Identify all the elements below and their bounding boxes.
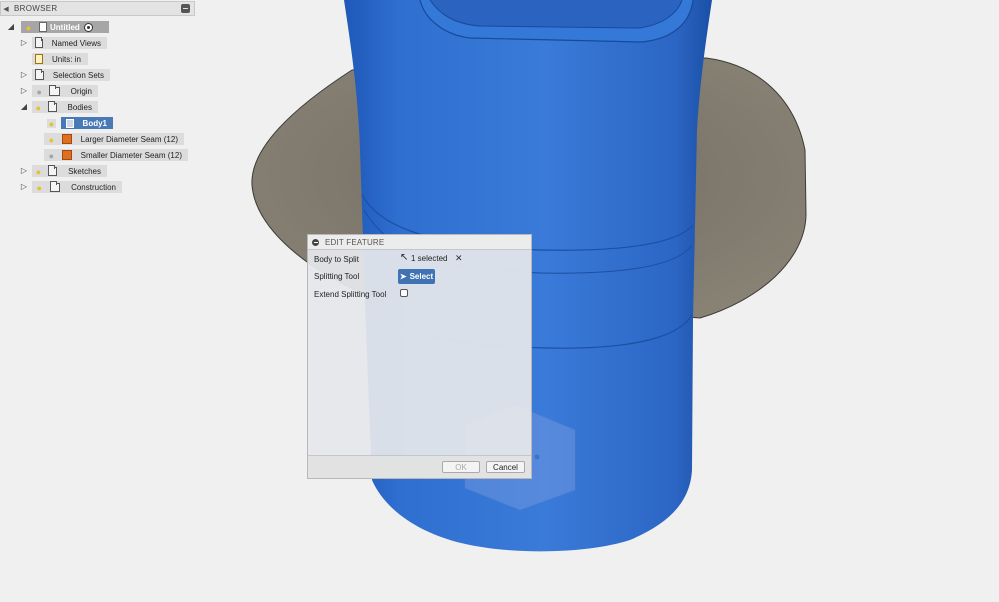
tree-node-label: Smaller Diameter Seam (12) xyxy=(80,150,182,160)
collapse-arrow-icon[interactable]: ◀ xyxy=(1,5,11,13)
tree-node-label: Untitled xyxy=(50,22,80,32)
body-to-split-label: Body to Split xyxy=(314,255,359,264)
expand-triangle-icon[interactable]: ▷ xyxy=(19,182,29,192)
document-icon xyxy=(39,22,47,32)
tree-node-label: Body1 xyxy=(82,118,107,128)
expand-triangle-icon[interactable]: ▷ xyxy=(19,86,29,96)
tree-node-label: Origin xyxy=(70,86,92,96)
tree-node-larger-seam[interactable]: ● Larger Diameter Seam (12) xyxy=(44,133,184,145)
tree-node-label: Bodies xyxy=(67,102,92,112)
expand-triangle-icon[interactable]: ▷ xyxy=(19,166,29,176)
visibility-bulb-icon[interactable]: ● xyxy=(35,87,43,97)
selection-count: 1 selected xyxy=(411,253,448,263)
extend-splitting-tool-checkbox[interactable] xyxy=(400,289,408,297)
seam-icon xyxy=(61,134,72,144)
tree-node-label: Larger Diameter Seam (12) xyxy=(80,134,178,144)
visibility-bulb-icon[interactable]: ● xyxy=(35,103,42,113)
visibility-bulb-icon[interactable]: ● xyxy=(47,135,56,145)
rim-inner xyxy=(429,0,683,29)
tree-node-construction[interactable]: ● Construction xyxy=(32,180,122,193)
browser-panel: ◀ BROWSER ◢ ● Untitled ▷ Named Views Uni… xyxy=(0,0,197,200)
folder-icon xyxy=(35,36,43,48)
tree-node-label: Named Views xyxy=(51,38,101,48)
tree-node-label: Sketches xyxy=(68,166,101,176)
tree-node-body1[interactable]: ● Body1 xyxy=(44,117,114,129)
dialog-title: EDIT FEATURE xyxy=(325,237,385,247)
select-button-label: Select xyxy=(409,272,434,281)
dialog-title-bar[interactable]: EDIT FEATURE xyxy=(308,235,531,250)
splitting-tool-select-button[interactable]: ➤ Select xyxy=(398,269,435,284)
visibility-bulb-icon[interactable]: ● xyxy=(47,118,56,129)
tree-node-label: Units: in xyxy=(52,54,81,64)
tree-node-named-views[interactable]: Named Views xyxy=(32,36,107,49)
tree-node-units[interactable]: Units: in xyxy=(32,53,88,65)
tree-node-untitled[interactable]: ● Untitled xyxy=(21,21,109,33)
visibility-bulb-icon[interactable]: ● xyxy=(24,23,33,33)
seam-icon xyxy=(61,150,72,160)
pointer-arrow-icon: ➤ xyxy=(399,272,407,281)
tree-node-bodies[interactable]: ● Bodies xyxy=(32,100,98,113)
collapse-triangle-icon[interactable]: ◢ xyxy=(19,102,29,112)
panel-options-icon[interactable] xyxy=(181,4,190,13)
folder-icon xyxy=(49,180,61,192)
units-icon xyxy=(35,54,43,64)
body-icon xyxy=(66,118,74,128)
tree-node-smaller-seam[interactable]: ● Smaller Diameter Seam (12) xyxy=(44,149,188,161)
activate-radio-icon[interactable] xyxy=(83,22,93,32)
browser-title: BROWSER xyxy=(14,4,58,13)
tree-node-label: Selection Sets xyxy=(52,70,104,80)
tree-node-label: Construction xyxy=(71,182,116,192)
tree-node-sketches[interactable]: ● Sketches xyxy=(32,164,107,177)
dialog-footer: OK Cancel xyxy=(308,455,531,478)
collapse-triangle-icon[interactable]: ◢ xyxy=(6,22,16,32)
body-to-split-selection[interactable]: ↖ 1 selected xyxy=(400,253,447,263)
extend-splitting-tool-label: Extend Splitting Tool xyxy=(314,290,387,299)
ok-button[interactable]: OK xyxy=(442,461,480,473)
visibility-bulb-icon[interactable]: ● xyxy=(35,183,44,193)
splitting-tool-label: Splitting Tool xyxy=(314,272,360,281)
folder-icon xyxy=(49,84,60,96)
visibility-bulb-icon[interactable]: ● xyxy=(35,167,42,177)
visibility-bulb-icon[interactable]: ● xyxy=(47,151,56,161)
edit-feature-dialog: EDIT FEATURE Body to Split ↖ 1 selected … xyxy=(307,234,532,479)
folder-icon xyxy=(47,100,57,112)
folder-icon xyxy=(35,68,44,80)
cancel-button[interactable]: Cancel xyxy=(486,461,525,473)
expand-triangle-icon[interactable]: ▷ xyxy=(19,70,29,80)
collapse-dialog-icon[interactable] xyxy=(312,238,319,246)
folder-icon xyxy=(48,164,58,176)
tree-node-origin[interactable]: ● Origin xyxy=(32,84,98,97)
expand-triangle-icon[interactable]: ▷ xyxy=(19,38,29,48)
browser-header: ◀ BROWSER xyxy=(0,1,195,16)
clear-selection-icon[interactable]: ✕ xyxy=(455,253,463,264)
body1-selected-highlight: Body1 xyxy=(61,117,113,129)
tree-node-selection-sets[interactable]: Selection Sets xyxy=(32,68,110,81)
cursor-arrow-icon: ↖ xyxy=(400,252,409,263)
